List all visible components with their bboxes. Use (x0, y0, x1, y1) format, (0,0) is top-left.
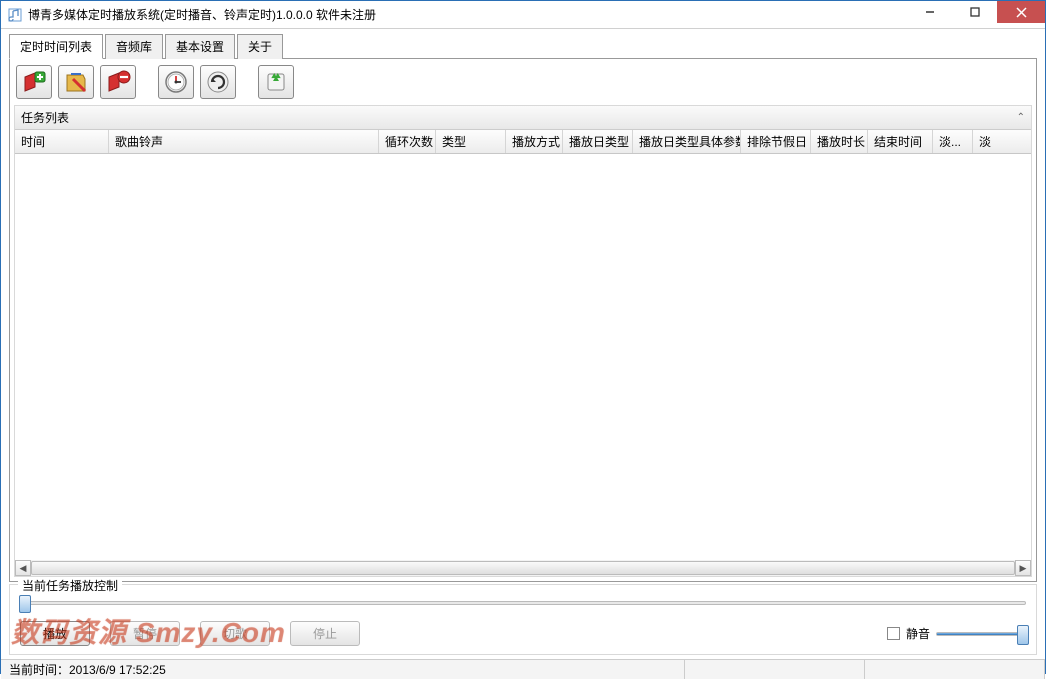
playback-buttons: 播放 暂停 切歌 停止 静音 (20, 621, 1026, 646)
task-list-header[interactable]: 任务列表 ⌃ (15, 106, 1031, 130)
tab-about[interactable]: 关于 (237, 34, 283, 59)
refresh-icon (205, 69, 231, 95)
col-time[interactable]: 时间 (15, 130, 109, 153)
seek-row (20, 593, 1026, 613)
seek-thumb[interactable] (19, 595, 31, 613)
col-end-time[interactable]: 结束时间 (868, 130, 933, 153)
task-list-panel: 任务列表 ⌃ 时间 歌曲铃声 循环次数 类型 播放方式 播放日类型 播放日类型具… (14, 105, 1032, 577)
col-duration[interactable]: 播放时长 (811, 130, 868, 153)
volume-fill (937, 633, 1025, 635)
col-fade-b[interactable]: 淡 (973, 130, 997, 153)
col-loop[interactable]: 循环次数 (379, 130, 436, 153)
refresh-button[interactable] (200, 65, 236, 99)
window-controls (907, 1, 1045, 28)
pause-button[interactable]: 暂停 (110, 621, 180, 646)
mute-label: 静音 (906, 625, 930, 642)
collapse-chevron-icon: ⌃ (1017, 112, 1025, 123)
window-title: 博青多媒体定时播放系统(定时播音、铃声定时)1.0.0.0 软件未注册 (28, 6, 907, 23)
tab-content: 任务列表 ⌃ 时间 歌曲铃声 循环次数 类型 播放方式 播放日类型 播放日类型具… (9, 58, 1037, 582)
next-button[interactable]: 切歌 (200, 621, 270, 646)
delete-icon (105, 69, 131, 95)
scroll-left-icon[interactable]: ◀ (15, 560, 31, 576)
status-time: 当前时间：2013/6/9 17:52:25 (1, 660, 685, 679)
play-button[interactable]: 播放 (20, 621, 90, 646)
scroll-thumb[interactable] (31, 561, 1015, 575)
status-cell-3 (865, 660, 1045, 679)
volume-thumb[interactable] (1017, 625, 1029, 645)
col-exclude-holiday[interactable]: 排除节假日 (741, 130, 811, 153)
titlebar: 博青多媒体定时播放系统(定时播音、铃声定时)1.0.0.0 软件未注册 (1, 1, 1045, 29)
playback-legend: 当前任务播放控制 (18, 577, 122, 594)
col-day-params[interactable]: 播放日类型具体参数 (633, 130, 741, 153)
volume-slider[interactable] (936, 632, 1026, 636)
task-list-title: 任务列表 (21, 109, 69, 126)
schedule-button[interactable] (158, 65, 194, 99)
scroll-right-icon[interactable]: ▶ (1015, 560, 1031, 576)
maximize-button[interactable] (952, 1, 997, 23)
col-type[interactable]: 类型 (436, 130, 506, 153)
add-icon (21, 69, 47, 95)
seek-slider[interactable] (20, 601, 1026, 605)
app-icon (7, 7, 23, 23)
grid-header-row: 时间 歌曲铃声 循环次数 类型 播放方式 播放日类型 播放日类型具体参数 排除节… (15, 130, 1031, 154)
tab-audio-library[interactable]: 音频库 (105, 34, 163, 59)
tab-basic-settings[interactable]: 基本设置 (165, 34, 235, 59)
status-bar: 当前时间：2013/6/9 17:52:25 (1, 659, 1045, 679)
tab-schedule-list[interactable]: 定时时间列表 (9, 34, 103, 59)
col-fade-a[interactable]: 淡... (933, 130, 973, 153)
mute-volume-area: 静音 (887, 625, 1026, 642)
recycle-icon (263, 69, 289, 95)
tab-strip: 定时时间列表 音频库 基本设置 关于 (1, 29, 1045, 58)
stop-button[interactable]: 停止 (290, 621, 360, 646)
mute-checkbox[interactable] (887, 627, 900, 640)
edit-icon (63, 69, 89, 95)
horizontal-scrollbar[interactable]: ◀ ▶ (15, 560, 1031, 576)
playback-control-group: 当前任务播放控制 播放 暂停 切歌 停止 静音 (9, 584, 1037, 655)
clock-icon (163, 69, 189, 95)
grid-body[interactable] (15, 154, 1031, 560)
delete-button[interactable] (100, 65, 136, 99)
col-day-type[interactable]: 播放日类型 (563, 130, 633, 153)
close-button[interactable] (997, 1, 1045, 23)
edit-button[interactable] (58, 65, 94, 99)
status-cell-2 (685, 660, 865, 679)
col-song[interactable]: 歌曲铃声 (109, 130, 379, 153)
recycle-button[interactable] (258, 65, 294, 99)
minimize-button[interactable] (907, 1, 952, 23)
col-play-mode[interactable]: 播放方式 (506, 130, 563, 153)
task-grid: 时间 歌曲铃声 循环次数 类型 播放方式 播放日类型 播放日类型具体参数 排除节… (15, 130, 1031, 576)
toolbar (14, 63, 1032, 105)
add-button[interactable] (16, 65, 52, 99)
scroll-track[interactable] (31, 560, 1015, 576)
